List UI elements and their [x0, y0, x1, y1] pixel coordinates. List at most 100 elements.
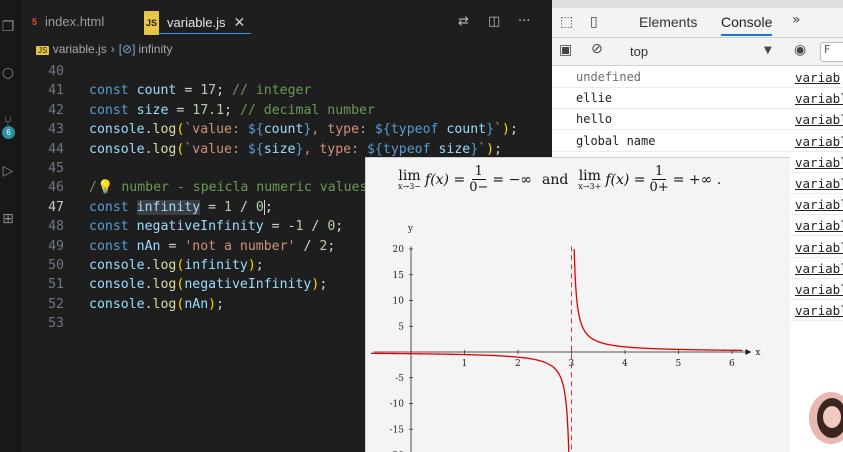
- y-tick-label: 20: [393, 245, 405, 255]
- x-axis-arrow: [745, 349, 752, 355]
- console-message: ellie: [576, 91, 613, 106]
- sidebar-toggle-icon[interactable]: ▣: [559, 42, 572, 58]
- tab-index-html[interactable]: 5 index.html: [32, 10, 104, 34]
- breadcrumb-symbol[interactable]: infinity: [138, 42, 172, 56]
- line-text: console.log(nAn);: [89, 296, 225, 312]
- tab-label: index.html: [45, 14, 105, 29]
- split-editor-icon[interactable]: ◫: [488, 14, 500, 29]
- source-link[interactable]: variabl: [795, 88, 843, 109]
- more-actions-icon[interactable]: ···: [518, 14, 530, 29]
- line-number: 45: [48, 160, 64, 176]
- devtools-titlebar: [552, 0, 843, 8]
- breadcrumb: JS variable.js › [⊘] infinity: [36, 40, 172, 58]
- line-number: 46: [48, 180, 64, 196]
- breadcrumb-file[interactable]: variable.js: [53, 42, 107, 56]
- line-text: /💡 number - speicla numeric values:: [89, 180, 376, 196]
- line-text: const nAn = 'not a number' / 2;: [89, 238, 336, 254]
- line-number: 44: [48, 141, 64, 157]
- inspect-element-icon[interactable]: ⬚: [560, 14, 573, 30]
- line-number: 43: [48, 122, 64, 138]
- code-line[interactable]: 40: [22, 62, 552, 81]
- more-tabs-icon[interactable]: »: [792, 12, 801, 28]
- line-number: 50: [48, 257, 64, 273]
- console-message: undefined: [576, 70, 642, 84]
- console-toolbar: ▣ ⊘ top ▼ ◉ F: [552, 38, 843, 66]
- explorer-icon[interactable]: ❐: [0, 18, 16, 36]
- function-plot: xy1234562015105-5-10-15-20: [370, 224, 760, 452]
- source-link[interactable]: variabl: [795, 258, 843, 279]
- line-number: 53: [48, 316, 64, 332]
- source-link[interactable]: variabl: [795, 237, 843, 258]
- compare-changes-icon[interactable]: ⇄: [458, 14, 469, 29]
- y-tick-label: -10: [390, 400, 405, 410]
- y-axis-label: y: [407, 224, 414, 234]
- x-tick-label: 4: [622, 359, 628, 369]
- math-figure: lim x→3− f(x) = 1 0− = −∞ and lim x→3+ f(x)…: [365, 157, 790, 452]
- tab-elements[interactable]: Elements: [639, 14, 697, 30]
- y-tick-label: 15: [393, 271, 405, 281]
- code-line[interactable]: 43 console.log(`value: ${count}, type: ${…: [22, 120, 552, 139]
- console-message: hello: [576, 112, 613, 127]
- avatar-face: [823, 406, 841, 428]
- y-tick-label: -5: [395, 374, 404, 384]
- tab-console[interactable]: Console: [721, 14, 773, 36]
- line-text: const size = 17.1; // decimal number: [89, 102, 375, 118]
- y-tick-label: -15: [390, 425, 405, 435]
- console-row: global name variabl: [552, 131, 843, 152]
- devtools-tab-bar: ⬚ ▯ Elements Console »: [552, 8, 843, 38]
- line-number: 49: [48, 238, 64, 254]
- js-icon: JS: [144, 11, 160, 35]
- x-axis-label: x: [755, 348, 760, 358]
- line-number: 41: [48, 83, 64, 99]
- line-text: const infinity = 1 / 0;: [89, 199, 273, 215]
- console-row: hello variabl: [552, 109, 843, 131]
- console-row: ellie variabl: [552, 88, 843, 110]
- editor-tab-bar: 5 index.html JS variable.js ✕ ⇄ ◫ ···: [22, 0, 552, 42]
- chevron-right-icon: ›: [110, 42, 115, 56]
- live-expression-icon[interactable]: ◉: [794, 42, 806, 58]
- source-link[interactable]: variabl: [795, 109, 843, 130]
- device-toolbar-icon[interactable]: ▯: [590, 14, 598, 30]
- tab-variable-js[interactable]: JS variable.js ✕: [144, 10, 252, 35]
- console-message: global name: [576, 133, 656, 148]
- source-link[interactable]: variabl: [795, 215, 843, 236]
- curve-right-branch: [573, 248, 743, 352]
- code-line[interactable]: 41 const count = 17; // integer: [22, 81, 552, 100]
- x-tick-label: 5: [676, 359, 682, 369]
- y-tick-label: 5: [398, 322, 404, 332]
- line-number: 48: [48, 219, 64, 235]
- tab-label: variable.js: [167, 15, 226, 30]
- code-line[interactable]: 42 const size = 17.1; // decimal number: [22, 101, 552, 120]
- source-link[interactable]: variabl: [795, 279, 843, 300]
- js-icon: JS: [36, 46, 50, 55]
- source-control-badge: 6: [2, 126, 15, 139]
- line-number: 40: [48, 64, 64, 79]
- line-number: 42: [48, 102, 64, 118]
- clear-console-icon[interactable]: ⊘: [591, 41, 603, 57]
- x-tick-label: 2: [515, 359, 521, 369]
- source-link[interactable]: variabl: [795, 152, 843, 173]
- y-tick-label: 10: [393, 297, 405, 307]
- html5-icon: 5: [32, 17, 38, 27]
- source-link[interactable]: variabl: [795, 300, 843, 321]
- source-link[interactable]: variab: [795, 67, 840, 88]
- search-icon[interactable]: ○: [0, 64, 16, 82]
- console-row: undefined variab: [552, 67, 843, 88]
- line-text: console.log(infinity);: [89, 257, 264, 273]
- filter-input[interactable]: F: [820, 42, 843, 62]
- extensions-icon[interactable]: ⊞: [0, 210, 16, 228]
- line-text: const count = 17; // integer: [89, 83, 312, 99]
- x-tick-label: 1: [462, 359, 468, 369]
- line-number: 52: [48, 296, 64, 312]
- source-link[interactable]: variabl: [795, 173, 843, 194]
- source-link[interactable]: variabl: [795, 131, 843, 152]
- line-text: console.log(negativeInfinity);: [89, 277, 328, 293]
- line-number: 51: [48, 277, 64, 293]
- source-link[interactable]: variabl: [795, 194, 843, 215]
- activity-bar: ❐ ○ ⑂ 6 ▷ ⊞: [0, 0, 22, 452]
- run-debug-icon[interactable]: ▷: [0, 162, 16, 180]
- close-icon[interactable]: ✕: [234, 14, 246, 30]
- chevron-down-icon[interactable]: ▼: [764, 45, 772, 56]
- x-tick-label: 6: [729, 359, 735, 369]
- context-selector[interactable]: top: [630, 44, 648, 59]
